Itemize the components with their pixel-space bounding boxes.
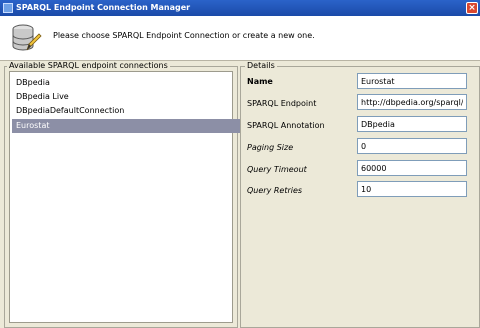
name-field[interactable] [357, 73, 467, 89]
paging-size-label: Paging Size [247, 143, 294, 152]
endpoint-field[interactable] [357, 94, 467, 110]
title-bar[interactable]: SPARQL Endpoint Connection Manager × [0, 0, 480, 16]
list-item[interactable]: DBpediaDefaultConnection [12, 104, 241, 118]
list-item[interactable]: DBpedia Live [12, 90, 241, 104]
query-retries-label: Query Retries [247, 186, 303, 195]
database-edit-icon [12, 24, 42, 51]
connections-panel: Available SPARQL endpoint connections DB… [4, 61, 241, 328]
details-panel: Details Name SPARQL Endpoint SPARQL Anno… [240, 61, 480, 328]
close-icon[interactable]: × [466, 2, 478, 14]
dialog-header: Please choose SPARQL Endpoint Connection… [0, 16, 480, 61]
app-icon [3, 3, 13, 13]
annotation-label: SPARQL Annotation [247, 121, 325, 130]
name-label: Name [247, 77, 273, 86]
annotation-field[interactable] [357, 116, 467, 132]
connections-list[interactable]: DBpedia DBpedia Live DBpediaDefaultConne… [9, 71, 241, 323]
list-item[interactable]: DBpedia [12, 76, 241, 90]
window-title: SPARQL Endpoint Connection Manager [16, 3, 191, 12]
details-legend: Details [245, 61, 277, 70]
instruction-text: Please choose SPARQL Endpoint Connection… [53, 31, 315, 40]
endpoint-label: SPARQL Endpoint [247, 99, 317, 108]
query-retries-field[interactable] [357, 181, 467, 197]
connections-legend: Available SPARQL endpoint connections [7, 61, 170, 70]
paging-size-field[interactable] [357, 138, 467, 154]
list-item-selected[interactable]: Eurostat [12, 119, 241, 133]
query-timeout-label: Query Timeout [247, 165, 307, 174]
query-timeout-field[interactable] [357, 160, 467, 176]
